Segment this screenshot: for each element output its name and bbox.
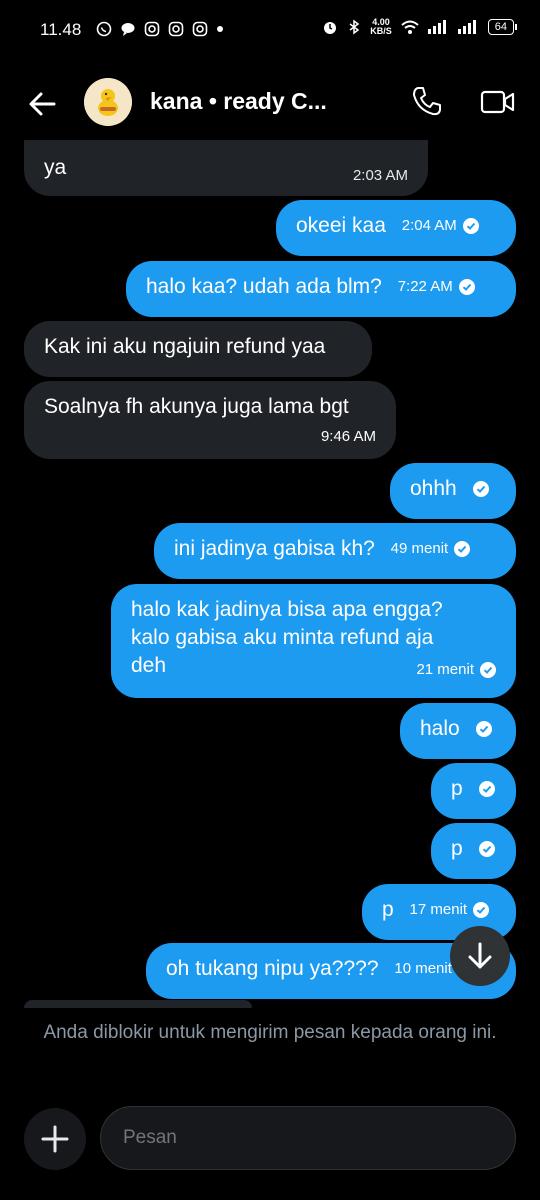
instagram-icon xyxy=(168,21,184,37)
network-speed-unit: KB/S xyxy=(370,26,392,36)
message-text: p xyxy=(451,837,463,860)
video-call-icon[interactable] xyxy=(480,86,516,118)
message-outgoing[interactable]: p xyxy=(431,763,516,819)
message-meta: 21 menit xyxy=(416,656,496,684)
blocked-notice: Anda diblokir untuk mengirim pesan kepad… xyxy=(43,1022,497,1043)
message-incoming[interactable]: Soalnya fh akunya juga lama bgt 9:46 AM xyxy=(24,381,396,459)
add-attachment-button[interactable] xyxy=(24,1108,86,1170)
message-outgoing[interactable]: ohhh xyxy=(390,463,516,519)
instagram-icon xyxy=(192,21,208,37)
chat-bubble-icon xyxy=(121,23,135,36)
more-dot-icon xyxy=(217,26,223,32)
message-time: 49 menit xyxy=(390,540,449,558)
message-meta: 7:22 AM xyxy=(398,273,475,301)
chat-header: kana • ready C... xyxy=(0,62,540,146)
message-time: 7:22 AM xyxy=(397,278,453,296)
message-time: 10 menit xyxy=(394,960,452,978)
message-meta xyxy=(478,841,495,858)
message-meta: 2:04 AM xyxy=(402,212,479,240)
message-text: ohhh xyxy=(410,477,457,500)
arrow-down-icon xyxy=(468,942,492,969)
notification-icons xyxy=(96,21,224,37)
network-speed: 4.00 KB/S xyxy=(370,18,392,36)
avatar[interactable] xyxy=(84,78,132,126)
message-outgoing[interactable]: ini jadinya gabisa kh? 49 menit xyxy=(154,523,516,579)
read-check-icon xyxy=(478,841,495,858)
message-line: halo kak jadinya bisa apa engga? xyxy=(131,598,443,621)
message-text: p xyxy=(451,777,463,800)
message-time: 21 menit xyxy=(416,661,474,678)
message-incoming-partial[interactable] xyxy=(24,1000,252,1008)
back-arrow-icon[interactable] xyxy=(24,86,60,122)
message-meta: 10 menit xyxy=(394,955,452,983)
duck-avatar-icon xyxy=(84,78,132,126)
status-time: 11.48 xyxy=(40,20,82,39)
read-check-icon xyxy=(478,781,495,798)
message-text: okeei kaa xyxy=(296,214,386,237)
message-meta: 17 menit xyxy=(410,896,490,924)
message-meta xyxy=(472,481,489,498)
message-text: ini jadinya gabisa kh? xyxy=(174,537,375,560)
message-outgoing[interactable]: p xyxy=(431,823,516,879)
phone-icon[interactable] xyxy=(410,84,444,118)
system-icons: 4.00 KB/S 64 xyxy=(322,18,518,36)
message-text: halo kaa? udah ada blm? xyxy=(146,275,382,298)
message-text: oh tukang nipu ya???? xyxy=(166,957,379,980)
instagram-icon xyxy=(144,21,160,37)
message-text: ya xyxy=(44,156,67,179)
message-line: kalo gabisa aku minta refund aja xyxy=(131,626,434,649)
whatsapp-icon xyxy=(96,21,112,37)
wifi-icon xyxy=(401,20,419,34)
read-check-icon xyxy=(480,662,496,678)
message-text: p xyxy=(382,898,394,921)
message-incoming[interactable]: ya 2:03 AM xyxy=(24,140,428,196)
read-check-icon xyxy=(472,481,489,498)
message-incoming[interactable]: Kak ini aku ngajuin refund yaa xyxy=(24,321,372,377)
message-outgoing[interactable]: okeei kaa 2:04 AM xyxy=(276,200,516,256)
message-meta: 49 menit xyxy=(391,535,471,563)
scroll-to-bottom-button[interactable] xyxy=(450,926,510,986)
message-time: 2:03 AM xyxy=(352,167,408,184)
status-bar: 11.48 4.00 KB/S 64 xyxy=(0,0,540,62)
read-check-icon xyxy=(475,721,492,738)
bluetooth-icon xyxy=(349,19,360,35)
message-text: Soalnya fh akunya juga lama bgt xyxy=(44,395,349,418)
message-time: 2:04 AM xyxy=(401,217,457,235)
message-outgoing[interactable]: halo kak jadinya bisa apa engga? kalo ga… xyxy=(111,584,516,698)
signal-icon xyxy=(457,20,476,34)
message-meta xyxy=(475,721,492,738)
signal-icon xyxy=(427,20,446,34)
read-check-icon xyxy=(473,902,490,919)
message-composer: Pesan xyxy=(24,1106,516,1170)
chat-title[interactable]: kana • ready C... xyxy=(150,88,327,115)
message-text: Kak ini aku ngajuin refund yaa xyxy=(44,335,326,358)
read-check-icon xyxy=(458,279,475,296)
message-input[interactable]: Pesan xyxy=(100,1106,516,1170)
message-outgoing[interactable]: halo xyxy=(400,703,516,759)
message-meta xyxy=(478,781,495,798)
alarm-icon xyxy=(324,22,337,34)
read-check-icon xyxy=(454,541,471,558)
battery-indicator: 64 xyxy=(487,19,518,35)
plus-icon xyxy=(41,1125,69,1153)
message-outgoing[interactable]: halo kaa? udah ada blm? 7:22 AM xyxy=(126,261,516,317)
message-time: 17 menit xyxy=(409,901,468,919)
message-text: halo xyxy=(420,717,460,740)
read-check-icon xyxy=(462,218,479,235)
message-time: 9:46 AM xyxy=(320,428,376,445)
